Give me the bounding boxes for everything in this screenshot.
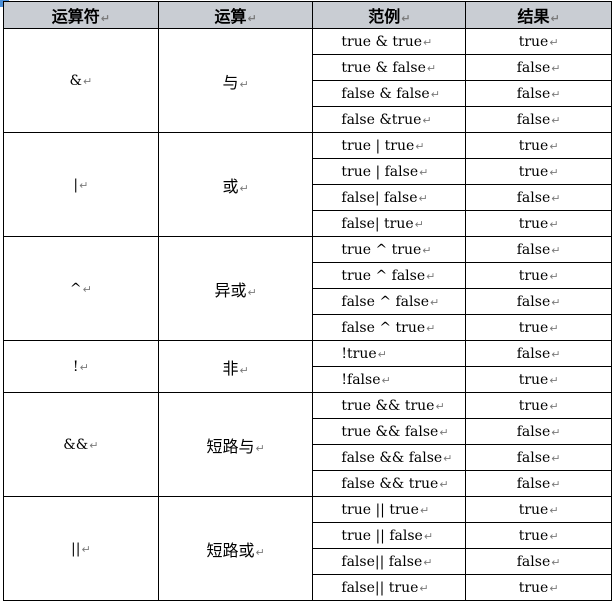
example-cell: true | true↵ xyxy=(312,132,467,159)
example-cell: true || false↵ xyxy=(312,522,467,549)
operator-cell: !↵ xyxy=(3,340,159,393)
result-cell: false↵ xyxy=(465,80,612,107)
result-cell: true↵ xyxy=(465,314,612,341)
result-cell: false↵ xyxy=(465,54,612,81)
result-cell: true↵ xyxy=(465,522,612,549)
result-cell: false↵ xyxy=(465,548,612,575)
operator-cell: ||↵ xyxy=(3,496,159,601)
operator-cell: &↵ xyxy=(3,28,159,133)
result-cell: false↵ xyxy=(465,418,612,445)
example-cell: false && false↵ xyxy=(312,444,467,471)
result-cell: false↵ xyxy=(465,340,612,367)
result-cell: true↵ xyxy=(465,574,612,601)
header-example: 范例↵ xyxy=(312,1,467,29)
example-cell: true && true↵ xyxy=(312,392,467,419)
example-cell: true & false↵ xyxy=(312,54,467,81)
example-cell: true & true↵ xyxy=(312,28,467,55)
operator-cell: |↵ xyxy=(3,132,159,237)
example-cell: false & false↵ xyxy=(312,80,467,107)
result-cell: true↵ xyxy=(465,262,612,289)
table-row: ^↵ 异或↵ true ^ true↵ false↵ xyxy=(3,236,612,341)
example-cell: false|| false↵ xyxy=(312,548,467,575)
example-cell: false &true↵ xyxy=(312,106,467,133)
operation-name-cell: 与↵ xyxy=(157,28,314,133)
result-cell: false↵ xyxy=(465,470,612,497)
example-cell: false ^ false↵ xyxy=(312,288,467,315)
table-row: |↵ 或↵ true | true↵ true↵ xyxy=(3,132,612,237)
example-cell: false| true↵ xyxy=(312,210,467,237)
operator-cell: &&↵ xyxy=(3,392,159,497)
example-cell: true ^ true↵ xyxy=(312,236,467,263)
operation-name-cell: 异或↵ xyxy=(157,236,314,341)
example-cell: false ^ true↵ xyxy=(312,314,467,341)
result-cell: true↵ xyxy=(465,496,612,523)
operator-table: 运算符↵ 运算↵ 范例↵ 结果↵ &↵ 与↵ true & true↵ true↵ tr… xyxy=(3,1,612,601)
table-body: &↵ 与↵ true & true↵ true↵ true & false↵ false↵… xyxy=(3,28,612,601)
result-cell: false↵ xyxy=(465,106,612,133)
example-cell: true || true↵ xyxy=(312,496,467,523)
operation-name-cell: 或↵ xyxy=(157,132,314,237)
header-row: 运算符↵ 运算↵ 范例↵ 结果↵ xyxy=(3,1,612,29)
operation-name-cell: 短路与↵ xyxy=(157,392,314,497)
table-row: ||↵ 短路或↵ true || true↵ true↵ xyxy=(3,496,612,601)
example-cell: true && false↵ xyxy=(312,418,467,445)
result-cell: true↵ xyxy=(465,392,612,419)
example-cell: false| false↵ xyxy=(312,184,467,211)
operation-name-cell: 非↵ xyxy=(157,340,314,393)
example-cell: false && true↵ xyxy=(312,470,467,497)
result-cell: false↵ xyxy=(465,236,612,263)
example-cell: true | false↵ xyxy=(312,158,467,185)
example-cell: false|| true↵ xyxy=(312,574,467,601)
result-cell: false↵ xyxy=(465,288,612,315)
result-cell: true↵ xyxy=(465,366,612,393)
header-result: 结果↵ xyxy=(465,1,612,29)
table-row: &&↵ 短路与↵ true && true↵ true↵ xyxy=(3,392,612,497)
operator-cell: ^↵ xyxy=(3,236,159,341)
operation-name-cell: 短路或↵ xyxy=(157,496,314,601)
result-cell: true↵ xyxy=(465,132,612,159)
result-cell: true↵ xyxy=(465,28,612,55)
result-cell: true↵ xyxy=(465,158,612,185)
example-cell: !false↵ xyxy=(312,366,467,393)
table-row: &↵ 与↵ true & true↵ true↵ xyxy=(3,28,612,133)
table-row: !↵ 非↵ !true↵ false↵ xyxy=(3,340,612,393)
result-cell: false↵ xyxy=(465,444,612,471)
result-cell: true↵ xyxy=(465,210,612,237)
header-operator: 运算符↵ xyxy=(3,1,159,29)
example-cell: !true↵ xyxy=(312,340,467,367)
header-operation: 运算↵ xyxy=(157,1,314,29)
example-cell: true ^ false↵ xyxy=(312,262,467,289)
result-cell: false↵ xyxy=(465,184,612,211)
